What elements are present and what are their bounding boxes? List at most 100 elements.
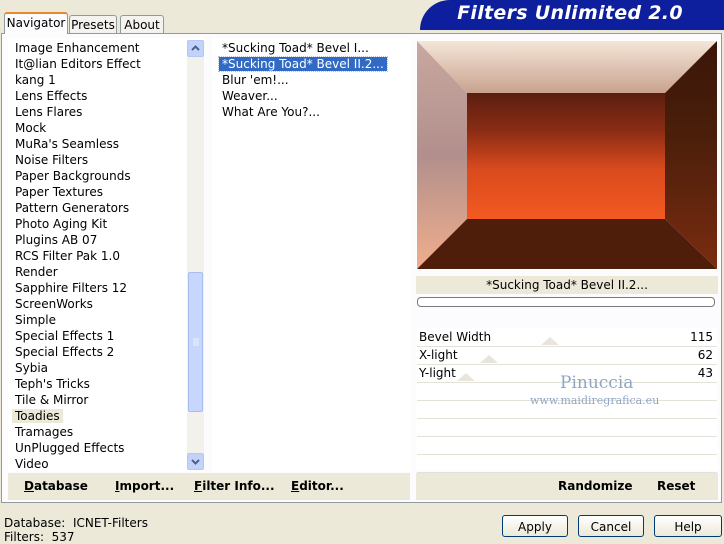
category-item[interactable]: Mock [12,120,49,136]
category-item[interactable]: Video [12,456,52,472]
database-status-value: ICNET-Filters [72,516,148,530]
category-item[interactable]: Simple [12,312,59,328]
filter-item[interactable]: Blur 'em!... [219,72,292,88]
filter-item-label: Weaver... [222,89,278,103]
category-item-label: Teph's Tricks [15,377,90,391]
parameter-label: Y-light [419,366,456,380]
category-item[interactable]: Toadies [12,408,63,424]
category-item-label: Mock [15,121,47,135]
category-item[interactable]: Render [12,264,61,280]
tab-about[interactable]: About [120,15,164,33]
parameter-value: 115 [690,330,713,344]
category-item-label: Tramages [15,425,74,439]
category-item[interactable]: Special Effects 1 [12,328,117,344]
category-item[interactable]: ScreenWorks [12,296,96,312]
filters-status: Filters: 537 [4,530,75,544]
category-item[interactable]: Lens Flares [12,104,85,120]
category-item-label: Sybia [15,361,49,375]
import-button[interactable]: Import... [115,479,174,493]
category-item-label: Sapphire Filters 12 [15,281,128,295]
preview-caption: *Sucking Toad* Bevel II.2... [416,276,718,294]
category-item-label: Photo Aging Kit [15,217,108,231]
chevron-down-icon [191,459,200,465]
filter-item[interactable]: *Sucking Toad* Bevel II.2... [218,56,388,72]
title-banner: Filters Unlimited 2.0 [420,0,724,30]
category-item[interactable]: It@lian Editors Effect [12,56,144,72]
category-item[interactable]: Image Enhancement [12,40,143,56]
randomize-button[interactable]: Randomize [558,479,632,493]
bevel-width-slider-thumb[interactable] [541,337,559,345]
reset-button[interactable]: Reset [657,479,695,493]
category-item[interactable]: Paper Textures [12,184,106,200]
filters-status-label: Filters: [4,530,45,544]
filter-item-label: *Sucking Toad* Bevel II.2... [218,56,388,72]
category-item[interactable]: Lens Effects [12,88,90,104]
parameter-value: 43 [697,366,713,380]
filter-info-button[interactable]: Filter Info... [194,479,275,493]
category-item-label: Tile & Mirror [15,393,89,407]
parameter-row [417,454,717,473]
category-item-label: Toadies [12,409,63,423]
category-item[interactable]: Sybia [12,360,51,376]
category-item-label: It@lian Editors Effect [15,57,141,71]
y-light-slider-thumb[interactable] [457,373,475,381]
filter-item[interactable]: What Are You?... [219,104,323,120]
parameter-row[interactable]: Bevel Width 115 [417,328,717,347]
x-light-slider-thumb[interactable] [480,355,498,363]
category-item[interactable]: MuRa's Seamless [12,136,122,152]
database-button[interactable]: Database [24,479,88,493]
category-item[interactable]: Tramages [12,424,76,440]
category-item-label: Special Effects 1 [15,329,115,343]
filter-item-label: What Are You?... [222,105,320,119]
apply-button[interactable]: Apply [502,515,568,537]
category-item[interactable]: Paper Backgrounds [12,168,134,184]
category-item[interactable]: Plugins AB 07 [12,232,100,248]
category-item[interactable]: Photo Aging Kit [12,216,110,232]
category-item[interactable]: Tile & Mirror [12,392,91,408]
tab-presets[interactable]: Presets [69,15,117,33]
category-item-label: Paper Backgrounds [15,169,131,183]
category-item-label: Render [15,265,58,279]
category-item-label: Paper Textures [15,185,103,199]
watermark-name: Pinuccia [560,373,634,393]
cancel-button[interactable]: Cancel [578,515,644,537]
category-item-label: Special Effects 2 [15,345,115,359]
category-item[interactable]: Special Effects 2 [12,344,117,360]
filter-item[interactable]: Weaver... [219,88,281,104]
category-item-label: Lens Flares [15,105,83,119]
category-item[interactable]: Teph's Tricks [12,376,93,392]
category-item-label: Simple [15,313,56,327]
scroll-up-button[interactable] [187,40,204,57]
category-item[interactable]: Noise Filters [12,152,91,168]
category-list[interactable]: Image Enhancement It@lian Editors Effect k… [8,38,204,472]
parameter-row [417,418,717,437]
category-item[interactable]: UnPlugged Effects [12,440,127,456]
filter-item-label: *Sucking Toad* Bevel I... [222,41,369,55]
chevron-up-icon [191,45,200,51]
category-item[interactable]: RCS Filter Pak 1.0 [12,248,123,264]
category-item-label: Noise Filters [15,153,89,167]
category-item-label: kang 1 [15,73,56,87]
category-item-label: ScreenWorks [15,297,93,311]
parameter-label: Bevel Width [419,330,492,344]
scroll-thumb[interactable] [188,272,203,412]
category-item[interactable]: Pattern Generators [12,200,132,216]
category-item-label: UnPlugged Effects [15,441,125,455]
category-item[interactable]: Sapphire Filters 12 [12,280,130,296]
filter-item-label: Blur 'em!... [222,73,289,87]
category-item-label: Image Enhancement [15,41,140,55]
progress-bar [417,297,715,307]
filter-item[interactable]: *Sucking Toad* Bevel I... [219,40,372,56]
editor-button[interactable]: Editor... [291,479,344,493]
parameter-row[interactable]: X-light 62 [417,346,717,365]
preview-panel [416,40,718,270]
preview-image [417,41,717,269]
tab-navigator[interactable]: Navigator [4,12,68,34]
scroll-down-button[interactable] [187,453,204,470]
category-item-label: MuRa's Seamless [15,137,120,151]
app-title: Filters Unlimited 2.0 [457,2,683,24]
category-item[interactable]: kang 1 [12,72,59,88]
filter-list[interactable]: *Sucking Toad* Bevel I... *Sucking Toad* … [212,38,410,472]
parameter-label: X-light [419,348,458,362]
help-button[interactable]: Help [654,515,722,537]
